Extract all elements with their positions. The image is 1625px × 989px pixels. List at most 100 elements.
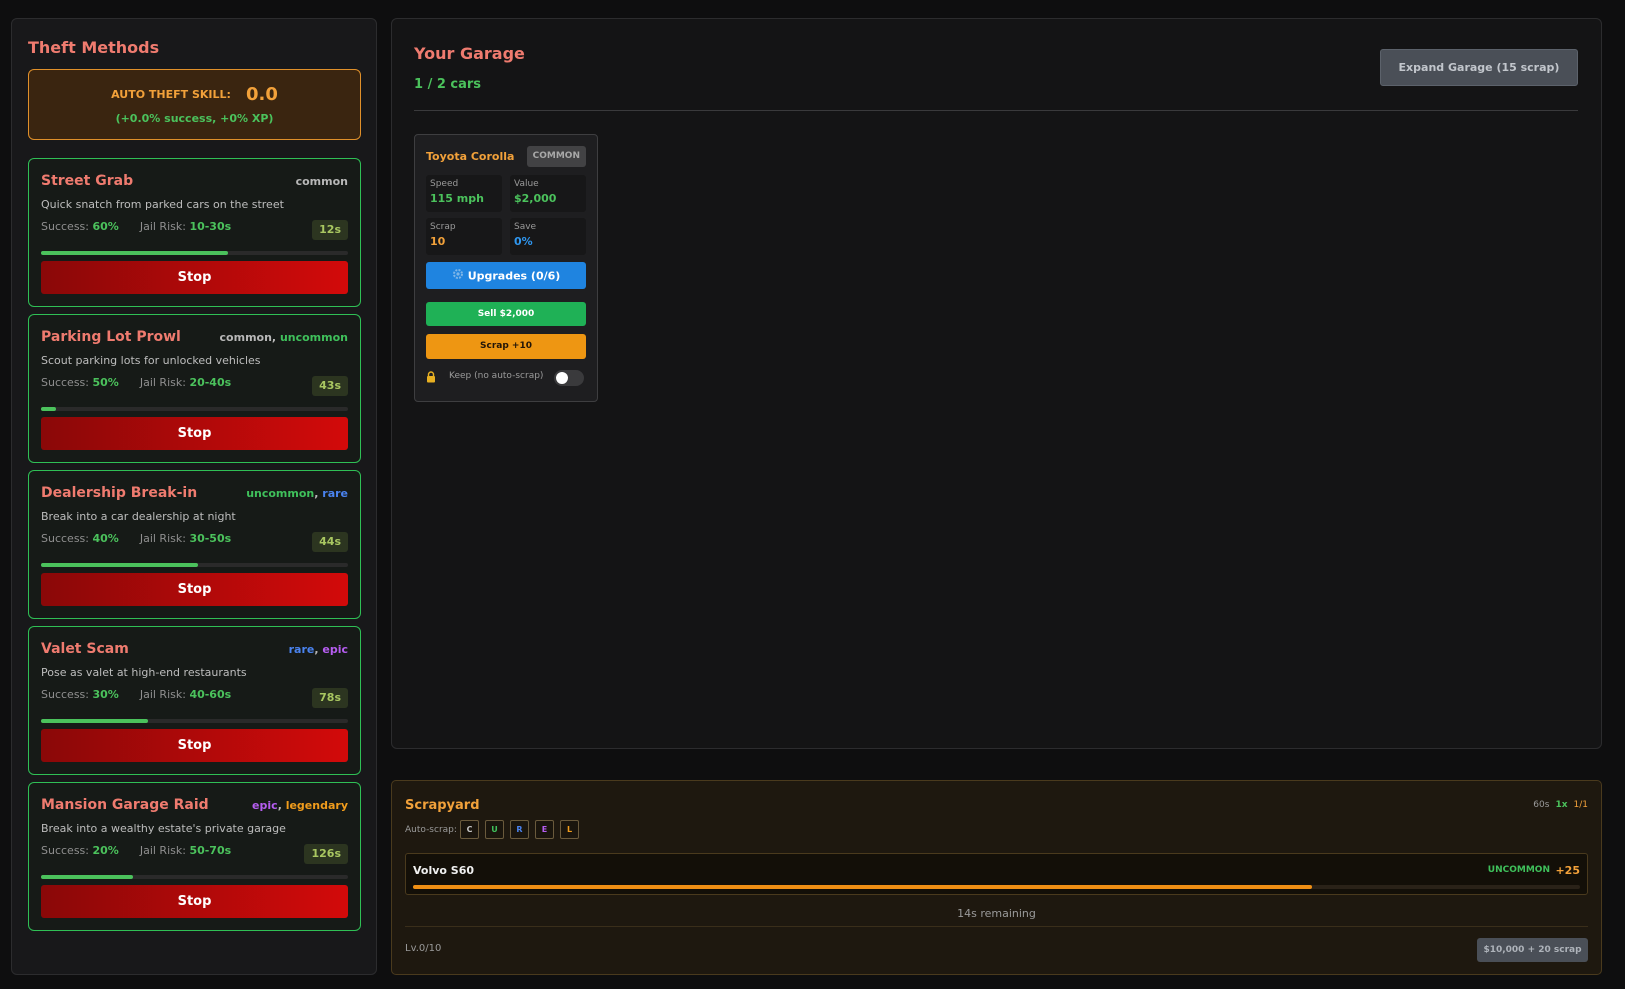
auto-scrap-common-button[interactable]: C (460, 820, 479, 839)
skill-bonus: (+0.0% success, +0% XP) (115, 112, 274, 125)
success-label: Success: (41, 688, 89, 701)
car-name: Toyota Corolla (426, 150, 515, 163)
car-stat-value: Value $2,000 (510, 175, 586, 212)
method-name: Street Grab (41, 173, 134, 189)
scrapyard-slots: 1/1 (1573, 800, 1588, 810)
auto-scrap-epic-button[interactable]: E (535, 820, 554, 839)
method-description: Scout parking lots for unlocked vehicles (41, 354, 261, 367)
method-progress-fill (41, 875, 134, 879)
scrapyard-speed: 1x (1555, 800, 1568, 810)
jail-label: Jail Risk: (139, 220, 186, 233)
method-stats: Success: 50% Jail Risk: 20-40s (41, 376, 231, 389)
scrapyard-level: Lv.0/10 (405, 943, 442, 954)
sell-button[interactable]: Sell $2,000 (426, 302, 586, 326)
stat-label: Save (514, 222, 537, 232)
stop-button[interactable]: Stop (41, 729, 348, 762)
theft-method-card: Dealership Break-in uncommon, rare Break… (28, 470, 361, 619)
scrap-job: Volvo S60 UNCOMMON +25 (405, 853, 1588, 895)
success-value: 30% (92, 688, 119, 701)
rarity-tag: legendary (285, 799, 348, 812)
theft-method-card: Street Grab common Quick snatch from par… (28, 158, 361, 307)
stat-value: 0% (514, 235, 533, 248)
garage-panel: Your Garage 1 / 2 cars Expand Garage (15… (391, 18, 1602, 749)
method-progress-fill (41, 407, 57, 411)
jail-value: 40-60s (189, 688, 232, 701)
success-label: Success: (41, 844, 89, 857)
method-timer: 126s (304, 844, 348, 864)
success-value: 50% (92, 376, 119, 389)
upgrades-button[interactable]: Upgrades (0/6) (426, 262, 586, 289)
keep-toggle[interactable] (554, 370, 584, 386)
method-progress-track (41, 407, 348, 411)
auto-scrap-rare-button[interactable]: R (510, 820, 529, 839)
scrapyard-panel: Scrapyard 60s 1x 1/1 Auto-scrap: C U R E L… (391, 780, 1602, 975)
rarity-badge: COMMON (526, 146, 586, 167)
jail-value: 10-30s (189, 220, 232, 233)
method-name: Valet Scam (41, 641, 129, 657)
stat-label: Value (514, 179, 539, 189)
scrap-reward: +25 (1555, 864, 1580, 877)
scrap-progress-fill (413, 885, 1312, 889)
method-progress-track (41, 875, 348, 879)
success-value: 60% (92, 220, 119, 233)
upgrades-label: Upgrades (0/6) (467, 269, 561, 283)
rarity-tag: rare (288, 643, 315, 656)
method-rarities: epic, legendary (252, 799, 348, 812)
auto-scrap-label: Auto-scrap: (405, 825, 457, 835)
method-timer: 12s (312, 220, 348, 240)
car-stat-save: Save 0% (510, 218, 586, 255)
method-description: Break into a wealthy estate's private ga… (41, 822, 286, 835)
stop-button[interactable]: Stop (41, 885, 348, 918)
method-stats: Success: 30% Jail Risk: 40-60s (41, 688, 231, 701)
stat-value: 10 (430, 235, 446, 248)
method-description: Break into a car dealership at night (41, 510, 236, 523)
stat-label: Speed (430, 179, 459, 189)
scrap-button[interactable]: Scrap +10 (426, 334, 586, 359)
expand-garage-button[interactable]: Expand Garage (15 scrap) (1380, 49, 1578, 86)
success-value: 20% (92, 844, 119, 857)
method-stats: Success: 20% Jail Risk: 50-70s (41, 844, 231, 857)
auto-theft-skill-box: AUTO THEFT SKILL: 0.0 (+0.0% success, +0… (28, 69, 361, 140)
method-progress-track (41, 251, 348, 255)
stat-value: $2,000 (514, 192, 557, 205)
gear-icon (452, 263, 464, 290)
method-name: Mansion Garage Raid (41, 797, 209, 813)
method-description: Pose as valet at high-end restaurants (41, 666, 247, 679)
garage-capacity: 1 / 2 cars (414, 77, 482, 92)
jail-value: 20-40s (189, 376, 232, 389)
jail-label: Jail Risk: (139, 688, 186, 701)
car-stat-scrap: Scrap 10 (426, 218, 502, 255)
success-label: Success: (41, 532, 89, 545)
divider (414, 110, 1578, 111)
method-description: Quick snatch from parked cars on the str… (41, 198, 284, 211)
panel-title: Theft Methods (28, 38, 160, 57)
method-timer: 44s (312, 532, 348, 552)
method-progress-track (41, 719, 348, 723)
stop-button[interactable]: Stop (41, 417, 348, 450)
jail-label: Jail Risk: (139, 532, 186, 545)
stop-button[interactable]: Stop (41, 573, 348, 606)
stop-button[interactable]: Stop (41, 261, 348, 294)
method-rarities: common, uncommon (219, 331, 348, 344)
auto-scrap-legendary-button[interactable]: L (560, 820, 579, 839)
rarity-tag: epic (322, 643, 348, 656)
garage-title: Your Garage (414, 44, 525, 63)
method-name: Dealership Break-in (41, 485, 198, 501)
skill-value: 0.0 (246, 84, 278, 105)
scrap-car-rarity: UNCOMMON (1487, 865, 1550, 875)
keep-row: Keep (no auto-scrap) (426, 369, 591, 387)
method-rarities: common (296, 175, 348, 188)
method-timer: 43s (312, 376, 348, 396)
toggle-knob (556, 372, 568, 384)
stat-label: Scrap (430, 222, 456, 232)
success-label: Success: (41, 220, 89, 233)
method-stats: Success: 60% Jail Risk: 10-30s (41, 220, 231, 233)
skill-label: AUTO THEFT SKILL: (111, 88, 231, 101)
scrapyard-title: Scrapyard (405, 798, 480, 813)
keep-label: Keep (no auto-scrap) (449, 371, 544, 381)
auto-scrap-uncommon-button[interactable]: U (485, 820, 504, 839)
method-progress-track (41, 563, 348, 567)
rarity-tag: common (219, 331, 272, 344)
rarity-tag: common (295, 175, 348, 188)
scrapyard-upgrade-button[interactable]: $10,000 + 20 scrap (1477, 938, 1588, 962)
